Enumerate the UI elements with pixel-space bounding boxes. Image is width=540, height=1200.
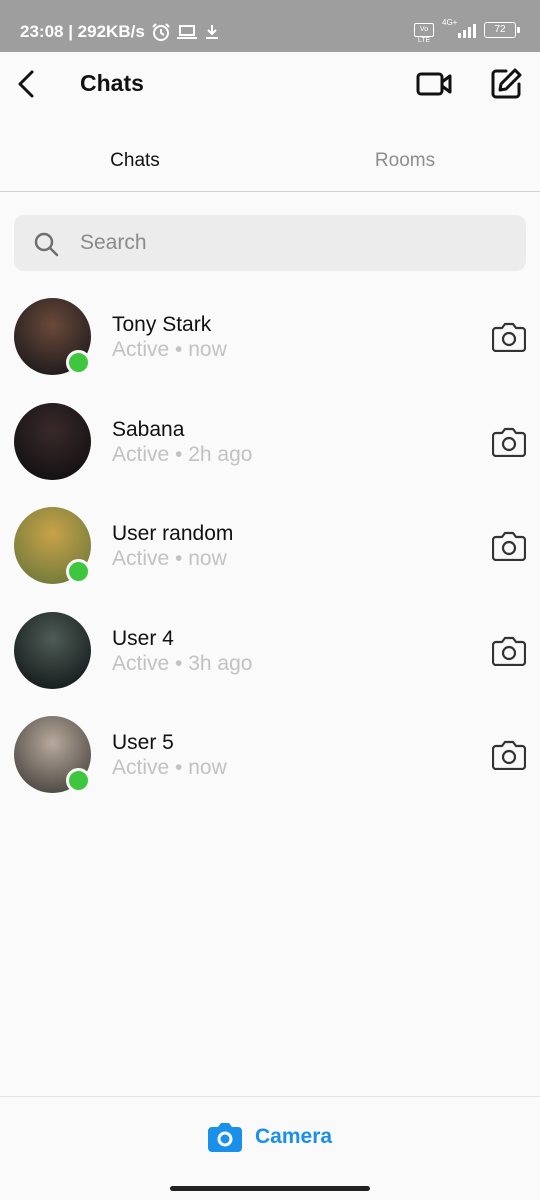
online-status-dot [66, 768, 91, 793]
camera-label[interactable]: Camera [255, 1125, 332, 1149]
camera-outline-icon [491, 322, 527, 353]
camera-outline-icon [491, 531, 527, 562]
app-bar: Chats [0, 52, 540, 118]
chat-row[interactable]: Sabana Active • 2h ago [0, 395, 540, 500]
alarm-icon [152, 23, 170, 41]
camera-outline-icon [491, 427, 527, 457]
chat-name: User random [112, 522, 234, 545]
signal-group: 4G+ [442, 18, 476, 38]
new-message-button[interactable] [488, 66, 524, 102]
camera-button[interactable] [491, 427, 527, 457]
camera-outline-icon [491, 636, 527, 666]
search-icon [34, 232, 59, 257]
search-input[interactable] [80, 215, 500, 271]
tab-chats[interactable]: Chats [0, 130, 270, 191]
camera-icon [208, 1123, 242, 1152]
chat-name: Tony Stark [112, 313, 212, 336]
camera-button[interactable] [491, 531, 527, 562]
chat-list: Tony Stark Active • now Sabana Active • 2h … [0, 290, 540, 813]
bottom-bar: Camera [0, 1096, 540, 1180]
avatar[interactable] [14, 611, 91, 689]
chat-status: Active • now [112, 338, 227, 361]
chat-status: Active • 2h ago [112, 442, 253, 466]
chat-name: User 4 [112, 626, 174, 650]
video-call-button[interactable] [414, 66, 454, 102]
signal-icon [458, 22, 476, 38]
camera-button[interactable] [491, 322, 527, 353]
status-bar: 23:08 | 292KB/s Vo LTE 4G+ 72 [0, 0, 540, 52]
home-indicator[interactable] [170, 1186, 370, 1191]
tab-bar: Chats Rooms [0, 130, 540, 192]
avatar[interactable] [14, 402, 91, 480]
status-right: Vo LTE 4G+ 72 [414, 18, 520, 44]
volte-badge: Vo LTE [414, 23, 434, 44]
online-status-dot [66, 559, 91, 584]
chat-status: Active • now [112, 547, 227, 570]
status-left: 23:08 | 292KB/s [20, 21, 221, 43]
camera-outline-icon [491, 740, 527, 771]
camera-button[interactable]: Camera [207, 1121, 332, 1153]
laptop-icon [176, 25, 197, 39]
video-camera-icon [416, 72, 452, 96]
chat-name: User 5 [112, 731, 174, 754]
camera-button[interactable] [491, 740, 527, 771]
chat-status: Active • now [112, 756, 227, 779]
chat-status: Active • 3h ago [112, 651, 253, 675]
chat-row[interactable]: User 4 Active • 3h ago [0, 604, 540, 709]
battery-icon: 72 [484, 22, 520, 38]
camera-button[interactable] [491, 636, 527, 666]
back-arrow-icon [18, 70, 34, 98]
chat-row[interactable]: Tony Stark Active • now [0, 290, 540, 395]
chat-row[interactable]: User 5 Active • now [0, 708, 540, 813]
chat-name: Sabana [112, 417, 185, 441]
page-title: Chats [80, 70, 144, 96]
download-icon [205, 25, 218, 39]
tab-rooms[interactable]: Rooms [270, 130, 540, 191]
online-status-dot [66, 350, 91, 375]
search-bar[interactable] [14, 215, 526, 271]
status-time-speed: 23:08 | 292KB/s [20, 22, 145, 41]
chat-row[interactable]: User random Active • now [0, 499, 540, 604]
compose-icon [491, 68, 522, 99]
network-label: 4G+ [442, 18, 458, 27]
back-button[interactable] [10, 66, 46, 102]
